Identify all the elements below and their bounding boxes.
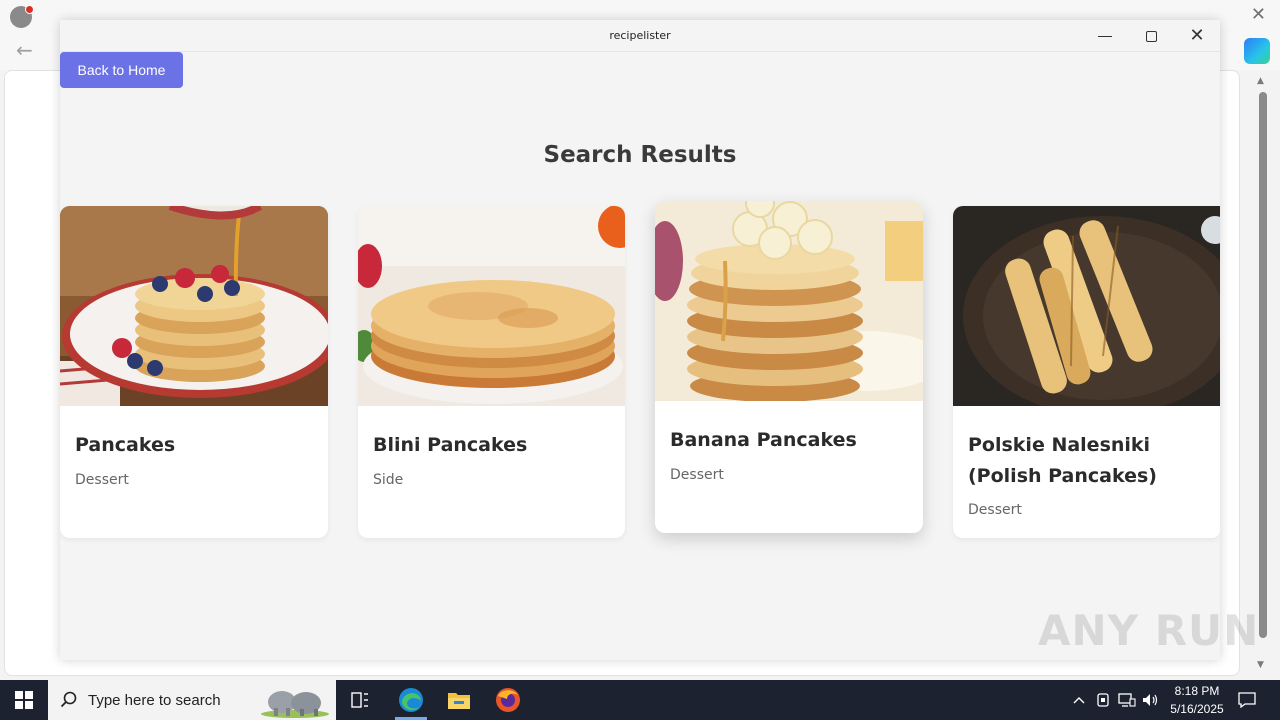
minimize-icon — [1098, 35, 1112, 37]
network-icon[interactable] — [1116, 680, 1138, 720]
search-icon — [60, 691, 82, 709]
scroll-up-icon[interactable]: ▲ — [1257, 76, 1264, 86]
windows-logo-icon — [15, 691, 33, 709]
close-icon: ✕ — [1189, 25, 1205, 46]
recipe-photo — [655, 201, 923, 401]
back-arrow-icon[interactable]: ← — [16, 38, 33, 62]
volume-icon[interactable] — [1140, 680, 1162, 720]
back-to-home-button[interactable]: Back to Home — [60, 52, 183, 88]
recipe-title: Pancakes — [75, 434, 176, 456]
window-title: recipelister — [609, 29, 671, 42]
recipe-title: Banana Pancakes — [670, 429, 857, 451]
device-icon[interactable] — [1094, 680, 1112, 720]
search-placeholder: Type here to search — [88, 691, 221, 709]
recipe-card-polskie-nalesniki[interactable]: Polskie Nalesniki (Polish Pancakes) Dess… — [953, 206, 1220, 538]
anyrun-watermark: ANY RUN — [1038, 606, 1260, 655]
notification-icon[interactable] — [1236, 680, 1258, 720]
clock-time: 8:18 PM — [1174, 684, 1220, 698]
copilot-icon[interactable] — [1244, 38, 1270, 64]
recipe-photo — [358, 206, 625, 406]
maximize-icon — [1145, 30, 1157, 42]
scroll-thumb[interactable] — [1259, 92, 1267, 638]
task-view-icon[interactable] — [336, 680, 384, 720]
recipe-category: Dessert — [670, 467, 724, 483]
maximize-button[interactable] — [1128, 20, 1174, 52]
clock-date: 5/16/2025 — [1170, 702, 1224, 716]
close-icon[interactable]: ✕ — [1251, 4, 1266, 25]
recipe-title: Polskie Nalesniki (Polish Pancakes) — [968, 434, 1157, 487]
recipe-card-banana-pancakes[interactable]: Banana Pancakes Dessert — [655, 201, 923, 533]
taskbar-search[interactable]: Type here to search — [48, 680, 336, 720]
browser-scrollbar[interactable]: ▲ ▼ — [1256, 70, 1270, 676]
recipe-category: Dessert — [968, 502, 1022, 518]
search-highlight-icon — [260, 682, 330, 720]
recipe-category: Side — [373, 472, 404, 488]
recipe-title: Blini Pancakes — [373, 434, 528, 456]
recipe-photo — [60, 206, 328, 406]
page-title: Search Results — [543, 142, 737, 168]
minimize-button[interactable] — [1082, 20, 1128, 52]
close-button[interactable]: ✕ — [1174, 20, 1220, 52]
app-window: recipelister ✕ Back to Home Search Resul… — [60, 20, 1220, 660]
taskbar: Type here to search 8:18 PM 5/16/2025 — [0, 680, 1280, 720]
recipe-category: Dessert — [75, 472, 129, 488]
recipe-photo — [953, 206, 1220, 406]
file-explorer-icon[interactable] — [435, 680, 483, 720]
title-bar: recipelister ✕ — [60, 20, 1220, 52]
firefox-icon[interactable] — [484, 680, 532, 720]
edge-browser-icon[interactable] — [387, 680, 435, 720]
scroll-down-icon[interactable]: ▼ — [1257, 660, 1264, 670]
recipe-card-pancakes[interactable]: Pancakes Dessert — [60, 206, 328, 538]
system-clock[interactable]: 8:18 PM 5/16/2025 — [1162, 682, 1232, 718]
show-hidden-icons-icon[interactable] — [1068, 680, 1090, 720]
profile-avatar[interactable] — [10, 5, 34, 28]
recipe-card-blini-pancakes[interactable]: Blini Pancakes Side — [358, 206, 625, 538]
start-button[interactable] — [0, 680, 48, 720]
